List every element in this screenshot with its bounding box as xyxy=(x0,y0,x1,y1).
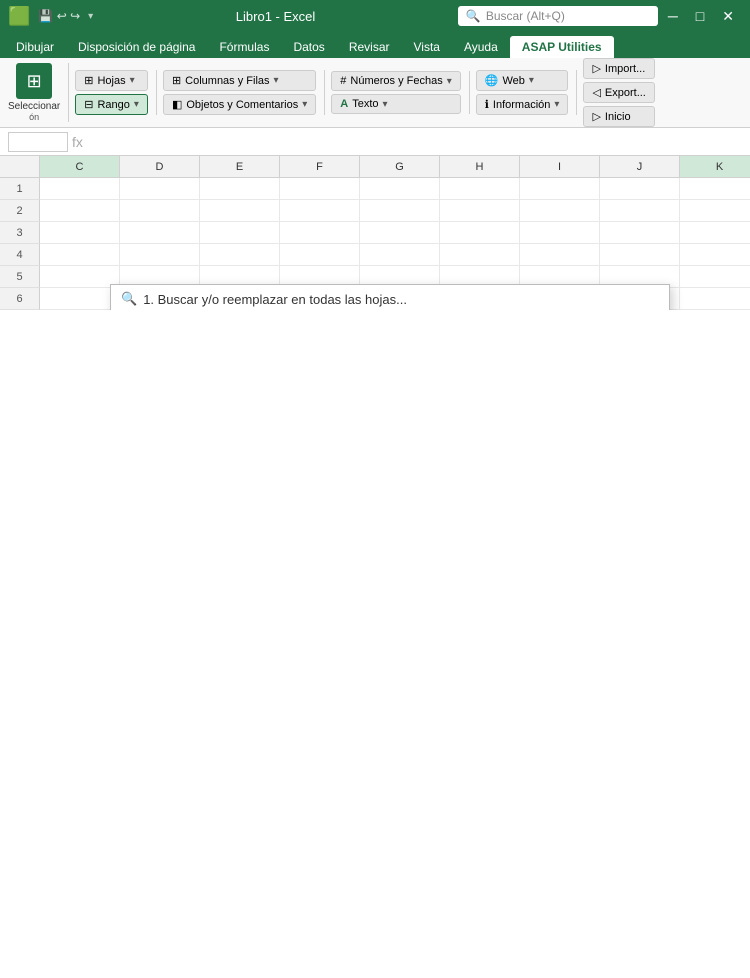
col-header-g[interactable]: G xyxy=(360,156,440,177)
table-row: 1 xyxy=(0,178,750,200)
rango-button[interactable]: ⊟ Rango ▾ xyxy=(75,94,148,115)
dropdown-search-icon: 🔍 xyxy=(121,291,137,307)
excel-icon: 🟩 xyxy=(8,6,30,27)
tab-disposicion[interactable]: Disposición de página xyxy=(66,36,207,58)
texto-button[interactable]: A Texto ▾ xyxy=(331,94,460,114)
row-num-5: 5 xyxy=(0,266,40,288)
quick-access-toolbar: 💾 ↩ ↪ xyxy=(38,9,80,23)
search-icon: 🔍 xyxy=(466,9,481,23)
row-num-1: 1 xyxy=(0,178,40,200)
objetos-button[interactable]: ◧ Objetos y Comentarios ▾ xyxy=(163,94,316,115)
export-button[interactable]: ◁ Export... xyxy=(583,82,654,103)
texto-icon: A xyxy=(340,98,348,110)
ribbon-group-columnas: ⊞ Columnas y Filas ▾ ◧ Objetos y Comenta… xyxy=(163,70,325,115)
col-header-k[interactable]: K xyxy=(680,156,750,177)
seleccionar-icon: ⊞ xyxy=(16,63,52,99)
title-bar: 🟩 💾 ↩ ↪ ▾ Libro1 - Excel 🔍 Buscar (Alt+Q… xyxy=(0,0,750,32)
ribbon-tabs: Dibujar Disposición de página Fórmulas D… xyxy=(0,32,750,58)
informacion-chevron: ▾ xyxy=(554,99,559,110)
cell-f1[interactable] xyxy=(280,178,360,200)
cell-e1[interactable] xyxy=(200,178,280,200)
inicio-button[interactable]: ▷ Inicio xyxy=(583,106,654,127)
table-row: 2 xyxy=(0,200,750,222)
formula-bar: fx xyxy=(0,128,750,156)
texto-chevron: ▾ xyxy=(383,99,388,110)
ribbon: ⊞ Seleccionar ón ⊞ Hojas ▾ ⊟ Rango ▾ ⊞ C… xyxy=(0,58,750,128)
col-header-e[interactable]: E xyxy=(200,156,280,177)
minimize-button[interactable]: ─ xyxy=(660,6,686,26)
col-header-i[interactable]: I xyxy=(520,156,600,177)
formula-divider: fx xyxy=(72,134,83,150)
ribbon-group-web: 🌐 Web ▾ ℹ Información ▾ xyxy=(476,70,578,115)
dropdown-search-text[interactable]: 1. Buscar y/o reemplazar en todas las ho… xyxy=(143,292,659,307)
hojas-icon: ⊞ xyxy=(84,74,93,87)
maximize-button[interactable]: □ xyxy=(688,6,712,26)
spreadsheet-area: C D E F G H I J K 1 2 3 4 5 6 🔍 1. Busca… xyxy=(0,156,750,310)
import-icon: ▷ xyxy=(592,62,600,75)
tab-ayuda[interactable]: Ayuda xyxy=(452,36,510,58)
informacion-button[interactable]: ℹ Información ▾ xyxy=(476,94,569,115)
table-row: 4 xyxy=(0,244,750,266)
search-placeholder: Buscar (Alt+Q) xyxy=(486,9,565,23)
dropdown-menu: 🔍 1. Buscar y/o reemplazar en todas las … xyxy=(110,284,670,310)
rango-icon: ⊟ xyxy=(84,98,93,111)
objetos-icon: ◧ xyxy=(172,98,182,111)
tab-datos[interactable]: Datos xyxy=(281,36,336,58)
numeros-chevron: ▾ xyxy=(447,76,452,87)
inicio-icon: ▷ xyxy=(592,110,600,123)
dropdown-search-row: 🔍 1. Buscar y/o reemplazar en todas las … xyxy=(111,285,669,310)
title-chevron: ▾ xyxy=(88,11,93,22)
ribbon-group-hojas-rango: ⊞ Hojas ▾ ⊟ Rango ▾ xyxy=(75,70,157,115)
ribbon-group-import: ▷ Import... ◁ Export... ▷ Inicio xyxy=(583,58,658,127)
close-button[interactable]: ✕ xyxy=(714,6,742,27)
hojas-button[interactable]: ⊞ Hojas ▾ xyxy=(75,70,148,91)
col-header-h[interactable]: H xyxy=(440,156,520,177)
col-header-c[interactable]: C xyxy=(40,156,120,177)
tab-revisar[interactable]: Revisar xyxy=(337,36,402,58)
search-bar[interactable]: 🔍 Buscar (Alt+Q) xyxy=(458,6,658,26)
cell-h1[interactable] xyxy=(440,178,520,200)
informacion-icon: ℹ xyxy=(485,98,489,111)
export-icon: ◁ xyxy=(592,86,600,99)
web-icon: 🌐 xyxy=(485,74,499,87)
seleccionar-subtitle: ón xyxy=(29,112,39,122)
table-row: 3 xyxy=(0,222,750,244)
rango-chevron: ▾ xyxy=(134,99,139,110)
hojas-chevron: ▾ xyxy=(130,75,135,86)
tab-asap-utilities[interactable]: ASAP Utilities xyxy=(510,36,614,58)
cell-k1[interactable] xyxy=(680,178,750,200)
ribbon-group-seleccionar: ⊞ Seleccionar ón xyxy=(8,63,69,122)
cell-d1[interactable] xyxy=(120,178,200,200)
tab-formulas[interactable]: Fórmulas xyxy=(207,36,281,58)
web-button[interactable]: 🌐 Web ▾ xyxy=(476,70,569,91)
col-header-d[interactable]: D xyxy=(120,156,200,177)
workbook-title: Libro1 - Excel xyxy=(101,9,450,24)
cell-j1[interactable] xyxy=(600,178,680,200)
columnas-button[interactable]: ⊞ Columnas y Filas ▾ xyxy=(163,70,316,91)
cell-c1[interactable] xyxy=(40,178,120,200)
objetos-chevron: ▾ xyxy=(302,99,307,110)
row-num-6: 6 xyxy=(0,288,40,310)
col-header-f[interactable]: F xyxy=(280,156,360,177)
seleccionar-label: Seleccionar xyxy=(8,101,60,112)
tab-vista[interactable]: Vista xyxy=(402,36,452,58)
col-header-row: C D E F G H I J K xyxy=(0,156,750,178)
import-button[interactable]: ▷ Import... xyxy=(583,58,654,79)
title-bar-right: 🔍 Buscar (Alt+Q) ─ □ ✕ xyxy=(458,6,742,27)
name-box[interactable] xyxy=(8,132,68,152)
row-num-4: 4 xyxy=(0,244,40,266)
numeros-button[interactable]: # Números y Fechas ▾ xyxy=(331,71,460,91)
tab-dibujar[interactable]: Dibujar xyxy=(4,36,66,58)
row-num-3: 3 xyxy=(0,222,40,244)
numeros-icon: # xyxy=(340,75,346,87)
row-num-col-header xyxy=(0,156,40,177)
row-num-2: 2 xyxy=(0,200,40,222)
columnas-chevron: ▾ xyxy=(274,75,279,86)
columnas-icon: ⊞ xyxy=(172,74,181,87)
cell-i1[interactable] xyxy=(520,178,600,200)
cell-g1[interactable] xyxy=(360,178,440,200)
ribbon-group-numeros: # Números y Fechas ▾ A Texto ▾ xyxy=(331,71,469,114)
web-chevron: ▾ xyxy=(529,75,534,86)
col-header-j[interactable]: J xyxy=(600,156,680,177)
